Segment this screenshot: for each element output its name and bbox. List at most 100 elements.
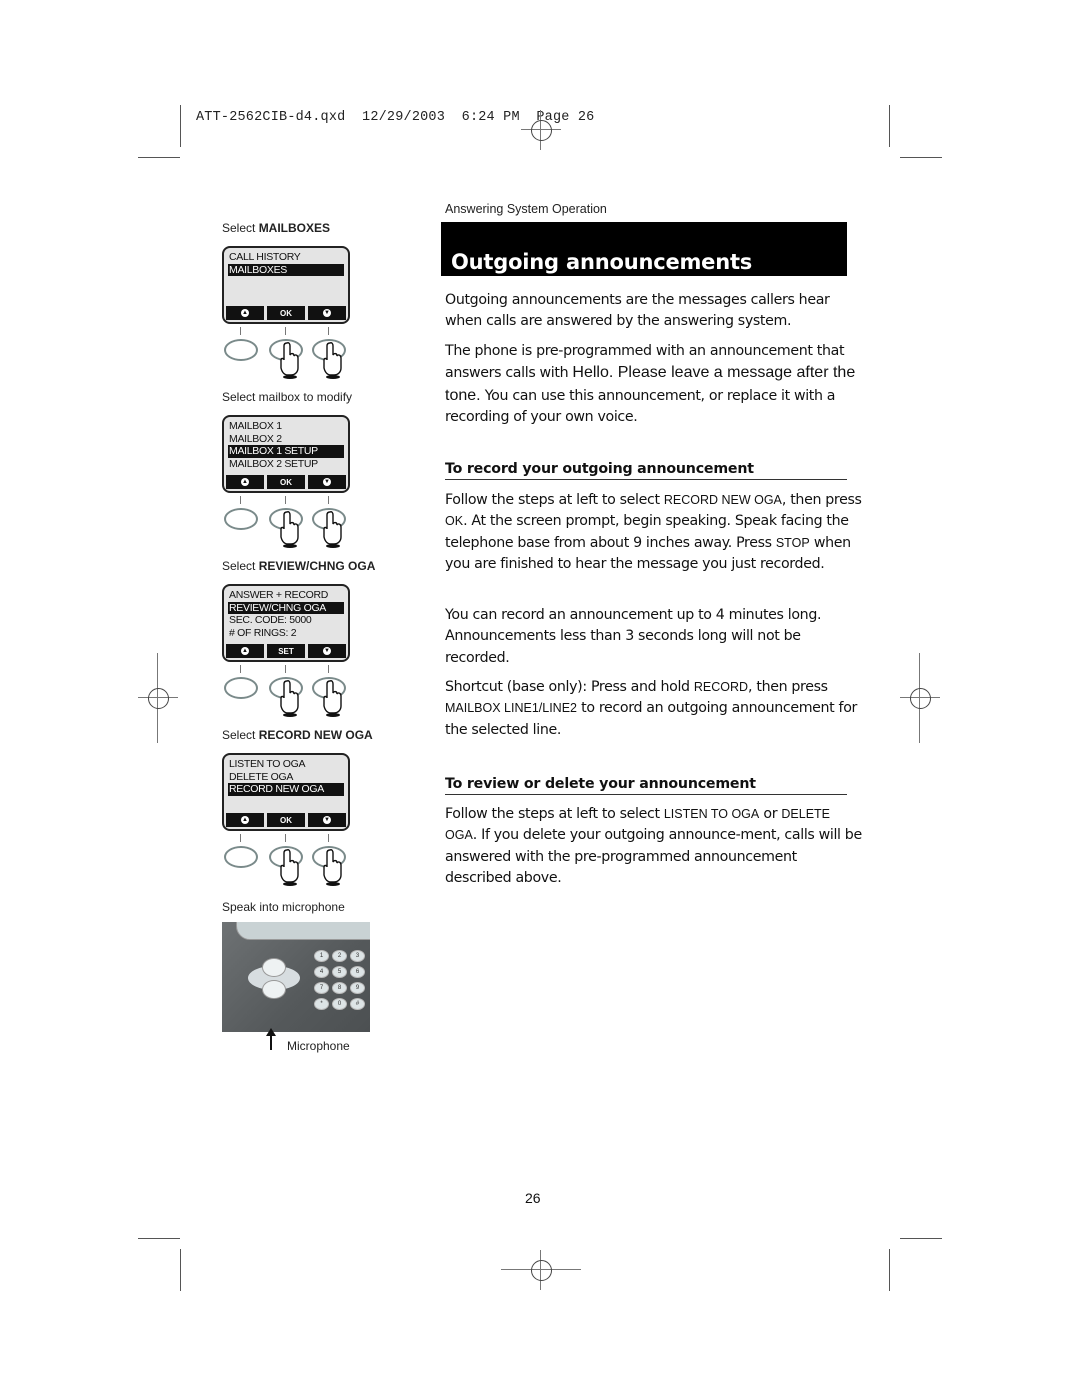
trim-mark: [900, 1238, 942, 1239]
registration-mark-icon: [501, 1250, 581, 1290]
up-icon: ▲: [226, 475, 264, 489]
softkey-bar: ▲ OK ▼: [224, 475, 348, 491]
step-label-menu-item: MAILBOXES: [258, 221, 331, 235]
keypad-key: 9: [350, 982, 365, 994]
up-icon: ▲: [226, 644, 264, 658]
pointing-hand-icon: [322, 679, 344, 717]
keypad-key: 1: [314, 950, 329, 962]
leader-line: [285, 327, 286, 335]
softkey-bar: ▲ OK ▼: [224, 306, 348, 322]
left-softkey-button: [224, 508, 258, 530]
text: or: [759, 806, 782, 822]
page-title: Outgoing announcements: [451, 250, 753, 274]
handset-display: MAILBOX 1 MAILBOX 2 MAILBOX 1 SETUP MAILBOX…: [222, 415, 350, 493]
leader-line: [328, 834, 329, 842]
up-icon: ▲: [241, 478, 249, 486]
softkey-ok: OK: [267, 813, 305, 827]
trim-mark: [889, 105, 890, 147]
left-softkey-button: [224, 677, 258, 699]
left-softkey-button: [224, 339, 258, 361]
trim-mark: [138, 157, 180, 158]
down-icon: ▼: [308, 813, 346, 827]
display-menu-item: LISTEN TO OGA: [229, 758, 306, 770]
handset-display: LISTEN TO OGA DELETE OGA RECORD NEW OGA ▲ OK…: [222, 753, 350, 831]
review-paragraph: Follow the steps at left to select LISTE…: [445, 804, 865, 889]
menu-key: MAILBOX LINE1/LINE2: [445, 701, 578, 716]
keypad-key: 6: [350, 966, 365, 978]
pointing-hand-icon: [322, 510, 344, 548]
down-icon: ▼: [323, 309, 331, 317]
registration-mark-icon: [521, 110, 561, 150]
record-heading: To record your outgoing announcement: [445, 461, 847, 480]
leader-line: [240, 834, 241, 842]
leader-line: [328, 496, 329, 504]
keypad-key: 2: [332, 950, 347, 962]
pointing-hand-icon: [279, 679, 301, 717]
keypad-key: 8: [332, 982, 347, 994]
leader-line: [328, 665, 329, 673]
step-label-text: Select: [222, 221, 259, 235]
pointing-hand-icon: [322, 848, 344, 886]
display-menu-item-selected: RECORD NEW OGA: [228, 783, 344, 796]
step-label-menu-item: REVIEW/CHNG OGA: [258, 559, 376, 573]
display-menu: CALL HISTORY MAILBOXES: [228, 251, 344, 276]
trim-mark: [180, 105, 181, 147]
up-icon: ▲: [241, 816, 249, 824]
step-label: Select mailbox to modify: [222, 390, 352, 404]
text: You can use this announcement, or replac…: [445, 387, 836, 425]
leader-line: [328, 327, 329, 335]
menu-key: RECORD NEW OGA: [663, 493, 782, 507]
keypad-key: 4: [314, 966, 329, 978]
title-bar: Outgoing announcements: [441, 222, 847, 276]
microphone-label: Microphone: [287, 1039, 350, 1053]
leader-line: [285, 496, 286, 504]
handset-display: ANSWER + RECORD REVIEW/CHNG OGA SEC. CODE:…: [222, 584, 350, 662]
display-area: [236, 922, 370, 940]
pointing-hand-icon: [279, 510, 301, 548]
record-paragraph-3: Shortcut (base only): Press and hold REC…: [445, 677, 865, 741]
review-heading: To review or delete your announcement: [445, 776, 847, 795]
handset-buttons: [222, 665, 352, 725]
text: . If you delete your outgoing announce-m…: [445, 827, 862, 886]
record-paragraph-1: Follow the steps at left to select RECOR…: [445, 490, 865, 575]
mailbox-line2-button: [262, 980, 286, 999]
softkey-ok: OK: [267, 475, 305, 489]
record-paragraph-2: You can record an announcement up to 4 m…: [445, 607, 822, 666]
trim-mark: [180, 1249, 181, 1291]
handset-buttons: [222, 327, 352, 387]
registration-mark-icon: [138, 653, 178, 743]
handset-buttons: [222, 496, 352, 556]
up-icon: ▲: [241, 647, 249, 655]
pointing-hand-icon: [279, 341, 301, 379]
menu-key: STOP: [775, 535, 810, 550]
preprogrammed-paragraph: The phone is pre-programmed with an anno…: [445, 341, 865, 428]
pointing-hand-icon: [322, 341, 344, 379]
softkey-bar: ▲ SET ▼: [224, 644, 348, 660]
step-label-text: Select: [222, 559, 259, 573]
text: Follow the steps at left to select: [445, 806, 664, 822]
trim-mark: [900, 157, 942, 158]
step-label-menu-item: RECORD NEW OGA: [258, 728, 373, 742]
leader-line: [240, 665, 241, 673]
up-icon: ▲: [226, 306, 264, 320]
leader-line: [285, 665, 286, 673]
display-menu-item: MAILBOX 2 SETUP: [229, 457, 318, 470]
handset-buttons: [222, 834, 352, 894]
leader-line: [285, 834, 286, 842]
trim-mark: [889, 1249, 890, 1291]
text: Follow the steps at left to select: [445, 492, 664, 508]
up-icon: ▲: [241, 309, 249, 317]
menu-key: RECORD: [693, 680, 749, 694]
display-menu-item: CALL HISTORY: [229, 251, 301, 263]
speak-label: Speak into microphone: [222, 900, 345, 914]
display-menu-item: ANSWER + RECORD: [229, 589, 329, 601]
softkey-set: SET: [267, 644, 305, 658]
left-softkey-button: [224, 846, 258, 868]
up-icon: ▲: [226, 813, 264, 827]
display-menu-item-selected: MAILBOX 1 SETUP: [228, 445, 344, 458]
down-icon: ▼: [323, 816, 331, 824]
arrow-shaft: [270, 1030, 272, 1050]
mailbox-line1-button: [262, 958, 286, 977]
intro-paragraph: Outgoing announcements are the messages …: [445, 292, 830, 330]
keypad-key: 7: [314, 982, 329, 994]
